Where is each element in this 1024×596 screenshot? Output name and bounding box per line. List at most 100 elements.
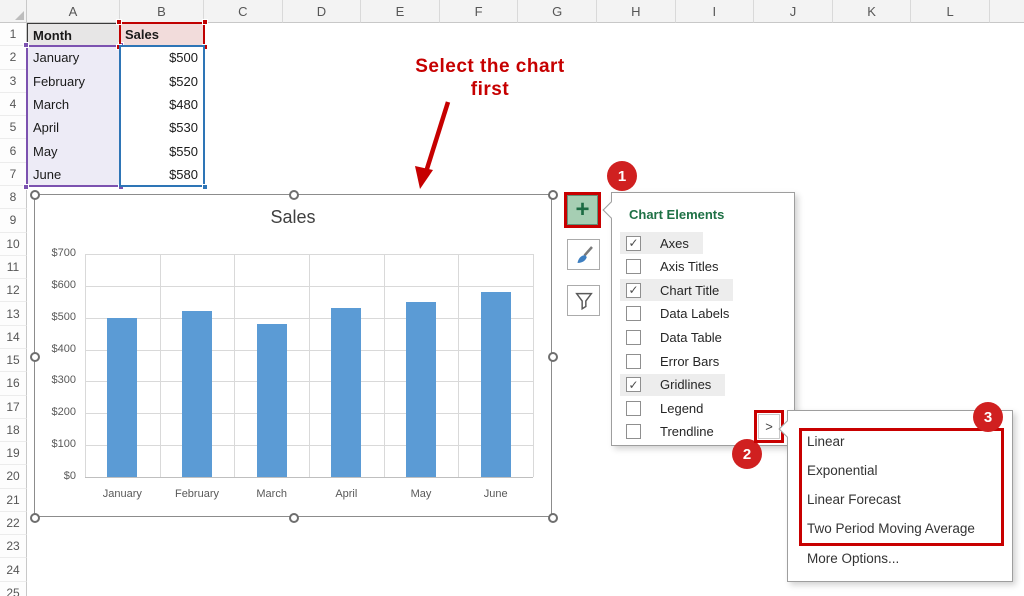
chart-element-item-data-labels[interactable]: Data Labels <box>620 303 743 325</box>
row-header-1[interactable]: 1 <box>0 23 27 46</box>
chart-selection-handle-3[interactable] <box>30 352 40 362</box>
row-header-13[interactable]: 13 <box>0 302 27 325</box>
gridline-x-4 <box>384 254 385 477</box>
chart-selection-handle-2[interactable] <box>548 190 558 200</box>
column-header-c[interactable]: C <box>204 0 283 23</box>
chart-selection-handle-0[interactable] <box>30 190 40 200</box>
row-header-10[interactable]: 10 <box>0 233 27 256</box>
column-header-b[interactable]: B <box>120 0 204 23</box>
cell-B5[interactable]: $530 <box>120 116 204 140</box>
column-header-i[interactable]: I <box>676 0 755 23</box>
unchecked-checkbox-icon[interactable] <box>626 330 641 345</box>
row-header-8[interactable]: 8 <box>0 186 27 209</box>
cell-B6[interactable]: $550 <box>120 139 204 163</box>
row-header-16[interactable]: 16 <box>0 372 27 395</box>
row-header-9[interactable]: 9 <box>0 209 27 232</box>
row-header-23[interactable]: 23 <box>0 535 27 558</box>
unchecked-checkbox-icon[interactable] <box>626 259 641 274</box>
column-header-m[interactable]: M <box>990 0 1024 23</box>
trendline-submenu: LinearExponentialLinear ForecastTwo Peri… <box>787 410 1013 582</box>
chart-element-item-axis-titles[interactable]: Axis Titles <box>620 256 733 278</box>
column-header-a[interactable]: A <box>27 0 120 23</box>
chart-selection-handle-4[interactable] <box>548 352 558 362</box>
checked-checkbox-icon[interactable]: ✓ <box>626 377 641 392</box>
bar-april[interactable] <box>331 308 361 477</box>
cell-A7[interactable]: June <box>27 163 120 187</box>
column-header-h[interactable]: H <box>597 0 676 23</box>
row-header-6[interactable]: 6 <box>0 139 27 162</box>
row-header-20[interactable]: 20 <box>0 465 27 488</box>
cell-B1[interactable]: Sales <box>120 23 204 47</box>
chart-selection-handle-1[interactable] <box>289 190 299 200</box>
gridline-x-6 <box>533 254 534 477</box>
chart-area[interactable]: Sales $700$600$500$400$300$200$100$0Janu… <box>34 194 552 517</box>
chart-element-item-gridlines[interactable]: ✓Gridlines <box>620 374 725 396</box>
row-header-18[interactable]: 18 <box>0 419 27 442</box>
chart-element-label: Axes <box>660 236 689 251</box>
chart-filters-button[interactable] <box>567 285 600 316</box>
row-header-4[interactable]: 4 <box>0 93 27 116</box>
cell-A6[interactable]: May <box>27 139 120 163</box>
row-header-14[interactable]: 14 <box>0 326 27 349</box>
bar-may[interactable] <box>406 302 436 477</box>
cell-A5[interactable]: April <box>27 116 120 140</box>
chart-styles-button[interactable] <box>567 239 600 270</box>
chart-elements-plus-button[interactable]: + <box>567 195 598 225</box>
checked-checkbox-icon[interactable]: ✓ <box>626 236 641 251</box>
cell-A4[interactable]: March <box>27 93 120 117</box>
row-header-15[interactable]: 15 <box>0 349 27 372</box>
chart-element-item-chart-title[interactable]: ✓Chart Title <box>620 279 733 301</box>
unchecked-checkbox-icon[interactable] <box>626 424 641 439</box>
select-all-corner[interactable] <box>0 0 27 23</box>
row-header-3[interactable]: 3 <box>0 70 27 93</box>
column-header-e[interactable]: E <box>361 0 440 23</box>
chart-element-item-axes[interactable]: ✓ Axes <box>620 232 703 254</box>
chart-element-item-legend[interactable]: Legend <box>620 397 717 419</box>
step-badge-1: 1 <box>607 161 637 191</box>
column-header-j[interactable]: J <box>754 0 833 23</box>
cell-A3[interactable]: February <box>27 70 120 94</box>
chart-selection-handle-7[interactable] <box>548 513 558 523</box>
chart-element-item-trendline[interactable]: Trendline <box>620 421 728 443</box>
column-header-l[interactable]: L <box>911 0 990 23</box>
row-headers: 1234567891011121314151617181920212223242… <box>0 23 27 596</box>
row-header-11[interactable]: 11 <box>0 256 27 279</box>
xtick-june: June <box>458 488 533 500</box>
cell-B3[interactable]: $520 <box>120 70 204 94</box>
chart-element-label: Legend <box>660 401 703 416</box>
column-header-d[interactable]: D <box>283 0 362 23</box>
chart-selection-handle-6[interactable] <box>289 513 299 523</box>
row-header-17[interactable]: 17 <box>0 396 27 419</box>
column-header-k[interactable]: K <box>833 0 912 23</box>
unchecked-checkbox-icon[interactable] <box>626 306 641 321</box>
row-header-7[interactable]: 7 <box>0 163 27 186</box>
chart-element-item-error-bars[interactable]: Error Bars <box>620 350 733 372</box>
trendline-option-more-options-[interactable]: More Options... <box>807 548 899 568</box>
bar-march[interactable] <box>257 324 287 477</box>
row-header-21[interactable]: 21 <box>0 489 27 512</box>
row-header-12[interactable]: 12 <box>0 279 27 302</box>
bar-february[interactable] <box>182 311 212 477</box>
checked-checkbox-icon[interactable]: ✓ <box>626 283 641 298</box>
cell-A1[interactable]: Month <box>27 23 120 47</box>
unchecked-checkbox-icon[interactable] <box>626 401 641 416</box>
cell-A2[interactable]: January <box>27 46 120 70</box>
chart-element-item-data-table[interactable]: Data Table <box>620 326 736 348</box>
bar-june[interactable] <box>481 292 511 477</box>
row-header-5[interactable]: 5 <box>0 116 27 139</box>
chart-title[interactable]: Sales <box>35 207 551 228</box>
row-header-22[interactable]: 22 <box>0 512 27 535</box>
row-header-24[interactable]: 24 <box>0 558 27 581</box>
cell-B7[interactable]: $580 <box>120 163 204 187</box>
row-header-2[interactable]: 2 <box>0 46 27 69</box>
row-header-25[interactable]: 25 <box>0 582 27 596</box>
cell-B2[interactable]: $500 <box>120 46 204 70</box>
trendline-flyout-button[interactable]: > <box>758 414 780 439</box>
cell-B4[interactable]: $480 <box>120 93 204 117</box>
column-header-f[interactable]: F <box>440 0 519 23</box>
row-header-19[interactable]: 19 <box>0 442 27 465</box>
column-header-g[interactable]: G <box>518 0 597 23</box>
chart-selection-handle-5[interactable] <box>30 513 40 523</box>
bar-january[interactable] <box>107 318 137 477</box>
unchecked-checkbox-icon[interactable] <box>626 354 641 369</box>
